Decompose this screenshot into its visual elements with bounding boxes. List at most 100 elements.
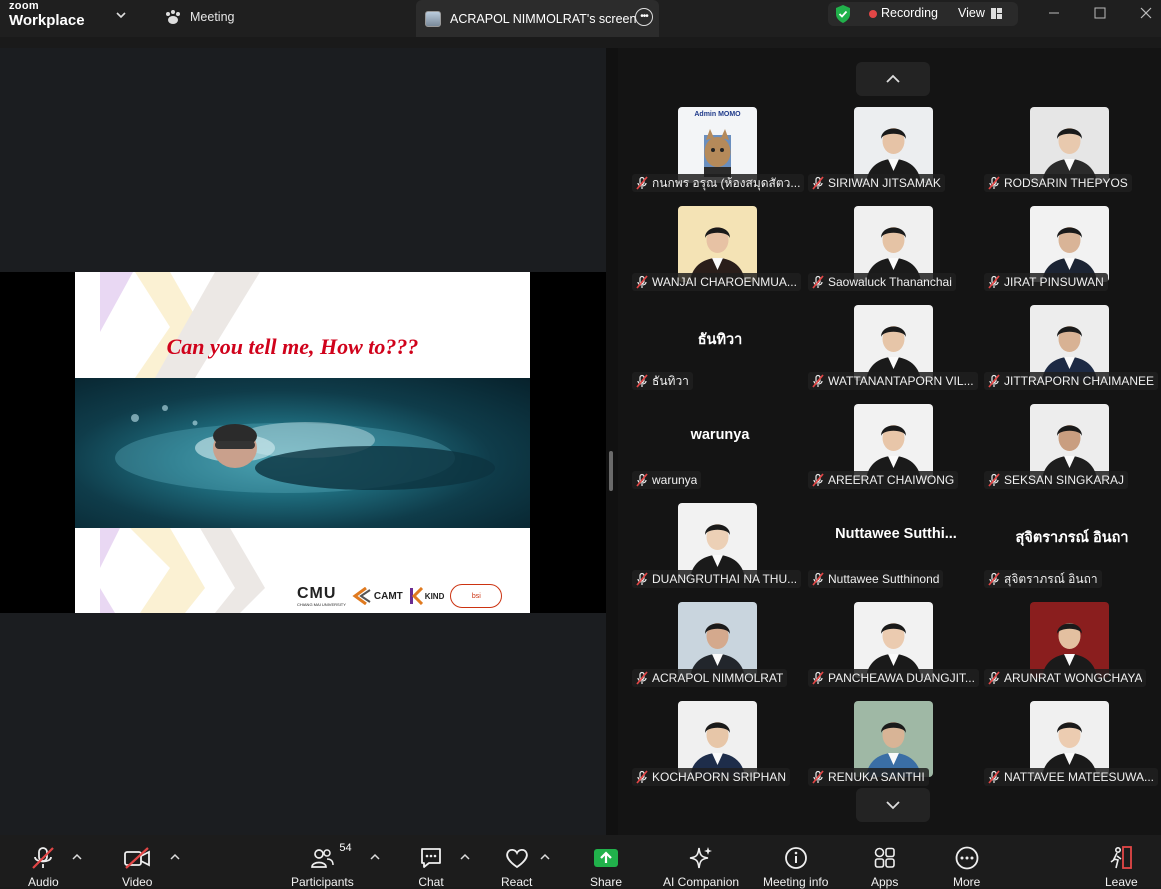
mic-muted-icon	[988, 275, 1000, 289]
info-icon	[784, 847, 807, 869]
more-button[interactable]: More	[953, 845, 980, 889]
participant-tile[interactable]: Saowaluck Thananchai	[808, 206, 984, 294]
participant-tile[interactable]: PANCHEAWA DUANGJIT...	[808, 602, 984, 690]
participant-name-label: AREERAT CHAIWONG	[808, 471, 959, 489]
kind-logo-text: KIND	[424, 591, 445, 601]
cmu-logo-subtext: CHIANG MAI UNIVERSITY	[297, 601, 346, 607]
react-button[interactable]: React	[501, 845, 532, 889]
participant-tile[interactable]: NATTAVEE MATEESUWA...	[984, 701, 1160, 789]
participant-tile[interactable]: DUANGRUTHAI NA THU...	[632, 503, 808, 591]
minimize-icon[interactable]	[1047, 6, 1061, 20]
participant-tile[interactable]: SIRIWAN JITSAMAK	[808, 107, 984, 195]
participant-tile[interactable]: ธันทิวา ธันทิวา	[632, 305, 808, 393]
close-icon[interactable]	[1139, 6, 1153, 20]
split-drag-handle[interactable]	[609, 451, 613, 491]
audio-options-caret-icon[interactable]	[72, 853, 82, 861]
apps-icon	[874, 847, 895, 868]
audio-button[interactable]: Audio	[28, 845, 59, 889]
chat-options-caret-icon[interactable]	[460, 853, 470, 861]
cmu-logo-text: CMU	[297, 584, 337, 602]
more-options-icon[interactable]: •••	[635, 8, 653, 26]
participant-video	[854, 701, 933, 777]
participant-tile[interactable]: Admin MOMO กนกพร อรุณ (ห้องสมุดสัตว...	[632, 107, 808, 195]
participant-tile[interactable]: RODSARIN THEPYOS	[984, 107, 1160, 195]
swimmer-photo	[75, 378, 530, 528]
meeting-info-button[interactable]: Meeting info	[763, 845, 828, 889]
participant-tile[interactable]: KOCHAPORN SRIPHAN	[632, 701, 808, 789]
participant-video	[678, 206, 757, 282]
video-button[interactable]: Video	[122, 845, 152, 889]
participants-options-caret-icon[interactable]	[370, 853, 380, 861]
mic-muted-icon	[988, 770, 1000, 784]
participant-tile[interactable]: Nuttawee Sutthi... Nuttawee Sutthinond	[808, 503, 984, 591]
logo-line2: Workplace	[9, 12, 85, 29]
mic-muted-icon	[636, 671, 648, 685]
participant-tile[interactable]: JITTRAPORN CHAIMANEE	[984, 305, 1160, 393]
more-icon	[955, 846, 979, 870]
chat-button[interactable]: Chat	[418, 845, 444, 889]
participant-name: Saowaluck Thananchai	[828, 275, 952, 289]
participant-tile[interactable]: SEKSAN SINGKARAJ	[984, 404, 1160, 492]
participant-display-name: ธันทิวา	[697, 332, 743, 348]
cmu-logo: CMU CHIANG MAI UNIVERSITY	[297, 584, 346, 607]
grid-view-icon[interactable]	[991, 8, 1002, 19]
mic-muted-icon	[636, 572, 648, 586]
portrait-illustration	[1042, 227, 1097, 282]
share-button[interactable]: Share	[590, 845, 622, 889]
participant-tile[interactable]: warunya warunya	[632, 404, 808, 492]
tab-meeting[interactable]: Meeting	[164, 8, 234, 26]
leave-icon	[1110, 846, 1133, 869]
participant-name-label: warunya	[632, 471, 702, 489]
react-options-caret-icon[interactable]	[540, 853, 550, 861]
gallery-page-down-button[interactable]	[856, 788, 930, 822]
participant-tile[interactable]: WANJAI CHAROENMUA...	[632, 206, 808, 294]
view-button[interactable]: View	[958, 6, 985, 20]
participant-tile[interactable]: WATTANANTAPORN VIL...	[808, 305, 984, 393]
participant-tile[interactable]: AREERAT CHAIWONG	[808, 404, 984, 492]
participant-name-label: PANCHEAWA DUANGJIT...	[808, 669, 979, 687]
participant-name: KOCHAPORN SRIPHAN	[652, 770, 787, 784]
tab-meeting-label: Meeting	[190, 10, 235, 24]
portrait-illustration	[866, 227, 921, 282]
share-screen-icon	[594, 849, 619, 867]
ai-companion-button[interactable]: AI Companion	[663, 845, 739, 889]
participant-video	[1030, 701, 1109, 777]
chevron-up-icon	[886, 74, 900, 83]
zoom-workplace-logo[interactable]: zoom Workplace	[9, 1, 85, 29]
recording-dot-icon	[869, 10, 877, 18]
portrait-illustration	[866, 722, 921, 777]
mic-muted-icon	[988, 671, 1000, 685]
participant-video	[678, 602, 757, 678]
participant-tile[interactable]: RENUKA SANTHI	[808, 701, 984, 789]
split-divider[interactable]	[606, 48, 618, 835]
mic-muted-icon	[812, 770, 824, 784]
participant-name: NATTAVEE MATEESUWA...	[1004, 770, 1155, 784]
participant-name-label: กนกพร อรุณ (ห้องสมุดสัตว...	[632, 174, 805, 192]
gallery-page-up-button[interactable]	[856, 62, 930, 96]
participant-tile[interactable]: ACRAPOL NIMMOLRAT	[632, 602, 808, 690]
meeting-toolbar: Audio Video 54 Participants Chat React S…	[0, 835, 1161, 889]
portrait-illustration	[1042, 128, 1097, 183]
participant-name-label: Nuttawee Sutthinond	[808, 570, 944, 588]
participant-name: PANCHEAWA DUANGJIT...	[828, 671, 975, 685]
participant-name: warunya	[652, 473, 698, 487]
participant-video	[1030, 206, 1109, 282]
maximize-icon[interactable]	[1093, 6, 1107, 20]
participant-video	[678, 701, 757, 777]
participant-tile[interactable]: สุจิตราภรณ์ อินถา สุจิตราภรณ์ อินถา	[984, 503, 1160, 591]
portrait-illustration	[866, 128, 921, 183]
participants-button[interactable]: 54 Participants	[291, 842, 354, 889]
participant-tile[interactable]: JIRAT PINSUWAN	[984, 206, 1160, 294]
apps-button[interactable]: Apps	[871, 845, 898, 889]
video-options-caret-icon[interactable]	[170, 853, 180, 861]
mic-muted-icon	[636, 473, 648, 487]
shield-icon[interactable]	[835, 5, 851, 23]
participant-name: AREERAT CHAIWONG	[828, 473, 955, 487]
chevron-down-icon[interactable]	[114, 8, 128, 22]
heart-icon	[505, 848, 528, 869]
tab-screen-share[interactable]: ACRAPOL NIMMOLRAT's screen •••	[416, 0, 659, 37]
recording-label[interactable]: Recording	[881, 6, 938, 20]
leave-button[interactable]: Leave	[1105, 845, 1138, 889]
participant-tile[interactable]: ARUNRAT WONGCHAYA	[984, 602, 1160, 690]
participant-video	[1030, 602, 1109, 678]
